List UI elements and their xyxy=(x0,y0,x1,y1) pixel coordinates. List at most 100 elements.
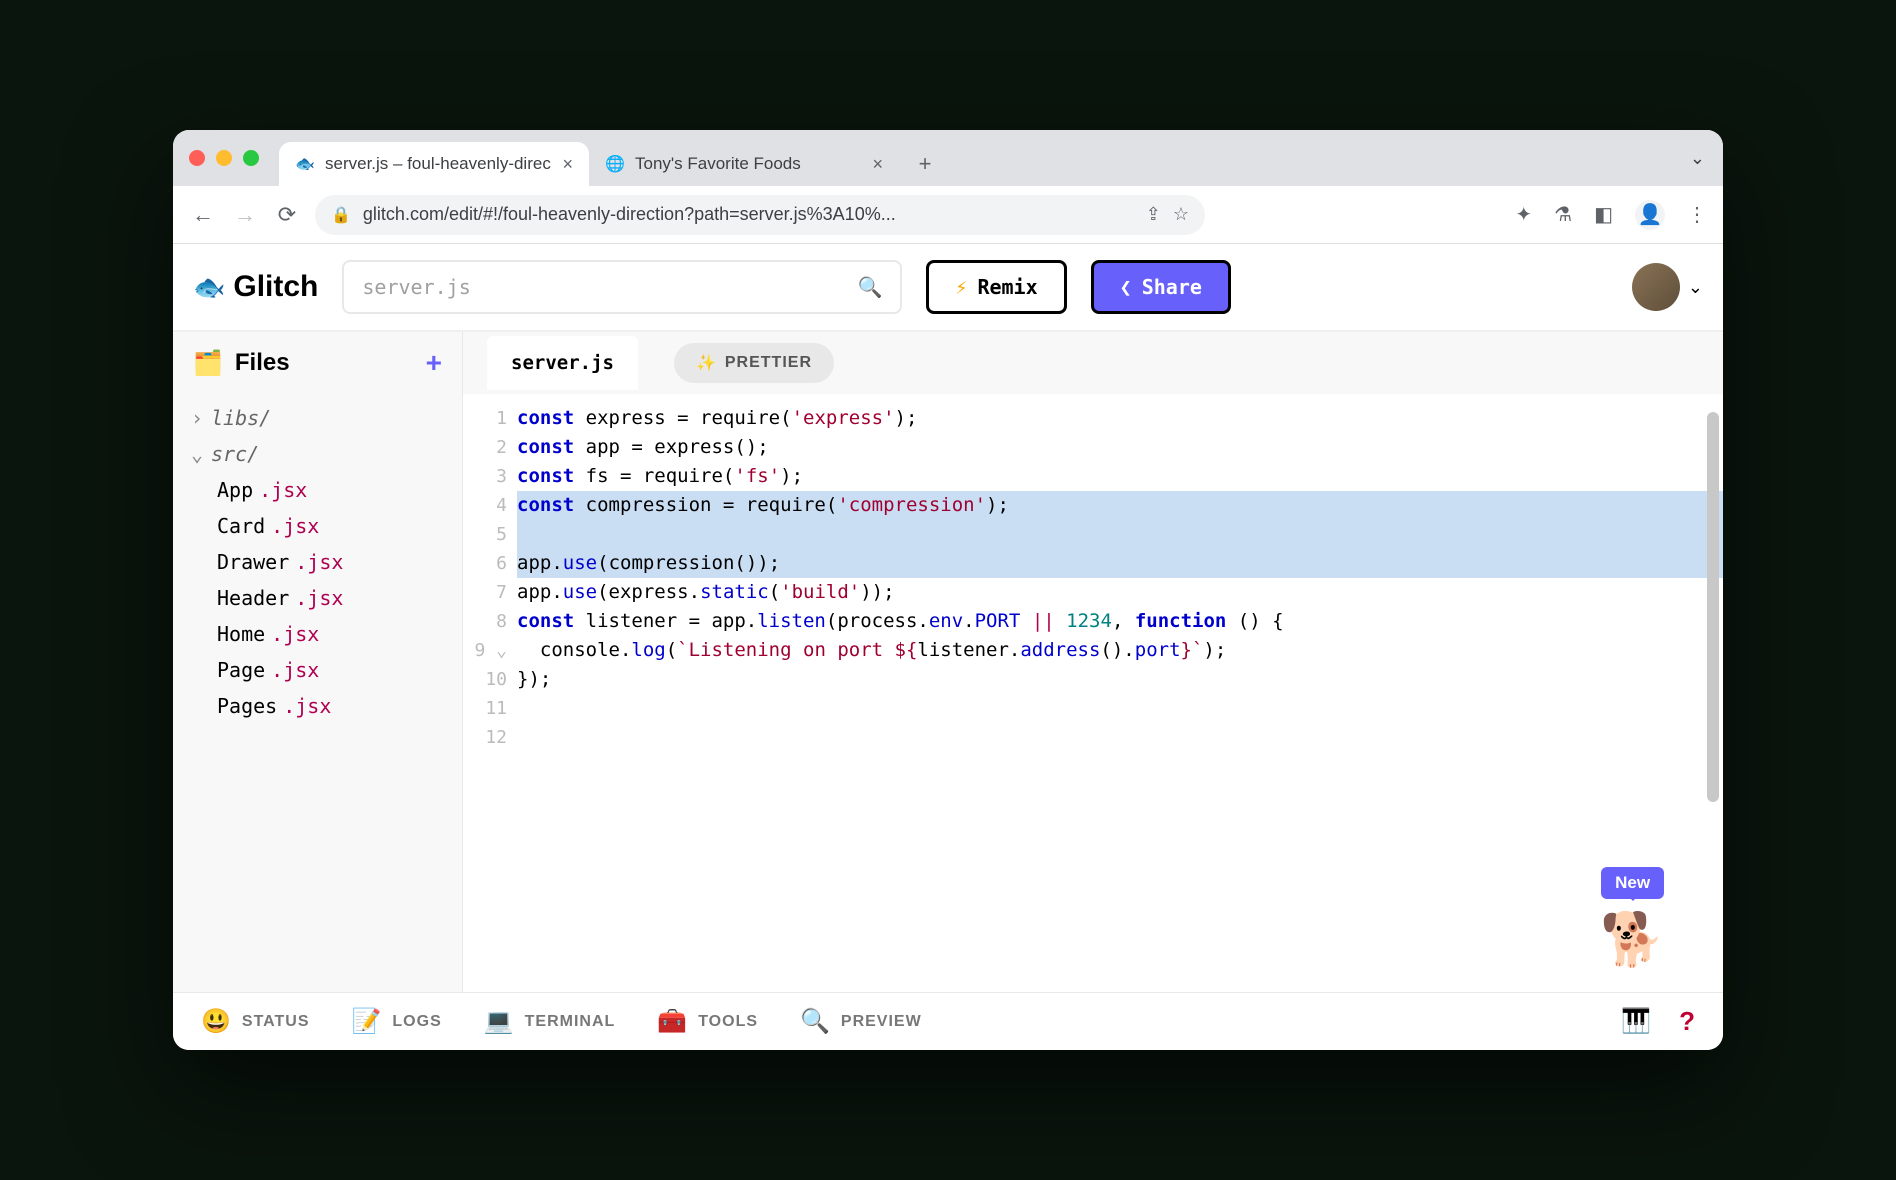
menu-icon[interactable]: ⋮ xyxy=(1687,202,1707,227)
files-header: 🗂️ Files + xyxy=(173,332,462,394)
footer-label: LOGS xyxy=(392,1013,441,1031)
footer-item-logs[interactable]: 📝 LOGS xyxy=(352,1007,442,1036)
code-line: const app = express(); xyxy=(517,433,1723,462)
new-tab-button[interactable]: + xyxy=(907,146,943,182)
remix-label: Remix xyxy=(977,275,1037,299)
file-item[interactable]: App.jsx xyxy=(173,472,462,508)
piano-icon[interactable]: 🎹 xyxy=(1621,1007,1651,1036)
app-header: 🐟 Glitch server.js 🔍 ⚡ Remix ❮ Share ⌄ xyxy=(173,244,1723,332)
lock-icon: 🔒 xyxy=(331,205,351,225)
labs-icon[interactable]: ⚗ xyxy=(1554,202,1572,227)
code-line: app.use(compression()); xyxy=(517,549,1723,578)
footer-label: TERMINAL xyxy=(525,1013,616,1031)
help-icon[interactable]: ? xyxy=(1679,1006,1695,1037)
tab-favicon-icon: 🌐 xyxy=(605,154,625,174)
minimize-window-icon[interactable] xyxy=(216,150,232,166)
share-label: Share xyxy=(1142,275,1202,299)
line-number: 8 xyxy=(463,607,507,636)
line-number: 3 xyxy=(463,462,507,491)
editor-tab-active[interactable]: server.js xyxy=(487,336,638,390)
preview-icon: 🔍 xyxy=(800,1007,831,1036)
share-button[interactable]: ❮ Share xyxy=(1091,260,1231,314)
code-line: app.use(express.static('build')); xyxy=(517,578,1723,607)
status-icon: 😃 xyxy=(201,1007,232,1036)
scrollbar[interactable] xyxy=(1707,412,1719,802)
file-item[interactable]: Header.jsx xyxy=(173,580,462,616)
file-ext: .jsx xyxy=(283,694,331,718)
user-menu[interactable]: ⌄ xyxy=(1632,263,1703,311)
file-base: Home xyxy=(217,622,265,646)
file-item[interactable]: Home.jsx xyxy=(173,616,462,652)
file-ext: .jsx xyxy=(271,622,319,646)
share-page-icon[interactable]: ⇪ xyxy=(1146,204,1161,225)
new-badge[interactable]: New 🐕 xyxy=(1600,867,1665,970)
file-base: Pages xyxy=(217,694,277,718)
file-item[interactable]: Drawer.jsx xyxy=(173,544,462,580)
line-number: 12 xyxy=(463,723,507,752)
footer-item-terminal[interactable]: 💻 TERMINAL xyxy=(484,1007,616,1036)
line-number: 5 xyxy=(463,520,507,549)
maximize-window-icon[interactable] xyxy=(243,150,259,166)
window-controls xyxy=(189,130,279,186)
folder-item[interactable]: ›libs/ xyxy=(173,400,462,436)
file-base: Drawer xyxy=(217,550,289,574)
code-line: const express = require('express'); xyxy=(517,404,1723,433)
file-base: Page xyxy=(217,658,265,682)
code-line: }); xyxy=(517,665,1723,694)
folder-item[interactable]: ⌄src/ xyxy=(173,436,462,472)
bookmark-icon[interactable]: ☆ xyxy=(1173,204,1189,225)
line-number: 6 xyxy=(463,549,507,578)
file-item[interactable]: Pages.jsx xyxy=(173,688,462,724)
reload-button[interactable]: ⟳ xyxy=(273,201,301,229)
back-button[interactable]: ← xyxy=(189,201,217,229)
folder-toggle-icon[interactable]: ⌄ xyxy=(191,442,205,466)
editor-tabs: server.js ✨ PRETTIER xyxy=(463,332,1723,394)
extensions-icon[interactable]: ✦ xyxy=(1515,202,1532,227)
footer-item-preview[interactable]: 🔍 PREVIEW xyxy=(800,1007,922,1036)
logs-icon: 📝 xyxy=(352,1007,383,1036)
tab-overflow-icon[interactable]: ⌄ xyxy=(1690,148,1705,169)
code-content[interactable]: const express = require('express');const… xyxy=(517,394,1723,992)
logo[interactable]: 🐟 Glitch xyxy=(193,270,318,304)
remix-button[interactable]: ⚡ Remix xyxy=(926,260,1066,314)
footer-right: 🎹 ? xyxy=(1621,1006,1695,1037)
line-number: 7 xyxy=(463,578,507,607)
file-item[interactable]: Page.jsx xyxy=(173,652,462,688)
avatar xyxy=(1632,263,1680,311)
search-icon: 🔍 xyxy=(857,275,882,299)
close-window-icon[interactable] xyxy=(189,150,205,166)
line-number: 4 xyxy=(463,491,507,520)
address-bar[interactable]: 🔒 glitch.com/edit/#!/foul-heavenly-direc… xyxy=(315,195,1205,235)
forward-button[interactable]: → xyxy=(231,201,259,229)
tab-favicon-icon: 🐟 xyxy=(295,154,315,174)
folder-toggle-icon[interactable]: › xyxy=(191,406,205,430)
footer-label: TOOLS xyxy=(698,1013,758,1031)
file-base: Header xyxy=(217,586,289,610)
folder-name: libs/ xyxy=(211,406,271,430)
close-tab-icon[interactable]: × xyxy=(872,154,883,175)
bolt-icon: ⚡ xyxy=(955,275,967,299)
code-editor[interactable]: 123456789 ⌄101112 const express = requir… xyxy=(463,394,1723,992)
new-file-button[interactable]: + xyxy=(426,347,442,379)
footer-label: PREVIEW xyxy=(841,1013,922,1031)
footer-item-tools[interactable]: 🧰TOOLS xyxy=(657,1007,758,1036)
browser-tab-active[interactable]: 🐟 server.js – foul-heavenly-direc × xyxy=(279,142,589,186)
line-number: 10 xyxy=(463,665,507,694)
folder-name: src/ xyxy=(211,442,259,466)
file-tree: ›libs/⌄src/App.jsxCard.jsxDrawer.jsxHead… xyxy=(173,394,462,730)
file-item[interactable]: Card.jsx xyxy=(173,508,462,544)
chevron-down-icon: ⌄ xyxy=(1688,277,1703,298)
footer: 😃STATUS 📝 LOGS 💻 TERMINAL 🧰TOOLS 🔍 PREVIEW 🎹 ? xyxy=(173,992,1723,1050)
footer-item-status[interactable]: 😃STATUS xyxy=(201,1007,310,1036)
code-line: const fs = require('fs'); xyxy=(517,462,1723,491)
share-icon: ❮ xyxy=(1120,275,1132,299)
files-icon: 🗂️ xyxy=(193,349,223,378)
sidepanel-icon[interactable]: ◧ xyxy=(1594,202,1613,227)
browser-tab[interactable]: 🌐 Tony's Favorite Foods × xyxy=(589,142,899,186)
file-search-input[interactable]: server.js 🔍 xyxy=(342,260,902,314)
terminal-icon: 💻 xyxy=(484,1007,515,1036)
close-tab-icon[interactable]: × xyxy=(562,154,573,175)
profile-icon[interactable]: 👤 xyxy=(1635,200,1665,230)
file-base: App xyxy=(217,478,253,502)
prettier-button[interactable]: ✨ PRETTIER xyxy=(674,343,834,383)
